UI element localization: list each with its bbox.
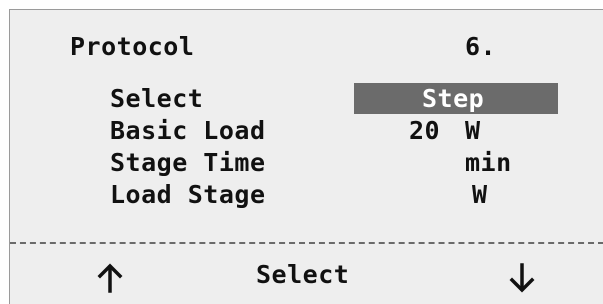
stage-time-label: Stage Time — [110, 148, 266, 177]
device-display: Protocol 6. Select Step Basic Load 20 W … — [9, 9, 603, 304]
select-softkey-label[interactable]: Select — [256, 261, 349, 289]
basic-load-unit: W — [465, 116, 481, 145]
page-title: Protocol — [70, 32, 195, 61]
select-value[interactable]: Step — [422, 85, 484, 113]
basic-load-value[interactable]: 20 — [409, 117, 440, 145]
arrow-down-icon[interactable] — [509, 263, 535, 293]
stage-time-unit: min — [465, 148, 512, 177]
load-stage-unit: W — [472, 180, 488, 209]
load-stage-label: Load Stage — [110, 180, 266, 209]
protocol-number: 6. — [465, 32, 497, 61]
arrow-up-icon[interactable] — [97, 263, 123, 293]
select-label: Select — [110, 84, 204, 113]
basic-load-label: Basic Load — [110, 116, 266, 145]
softkey-divider — [10, 242, 603, 244]
